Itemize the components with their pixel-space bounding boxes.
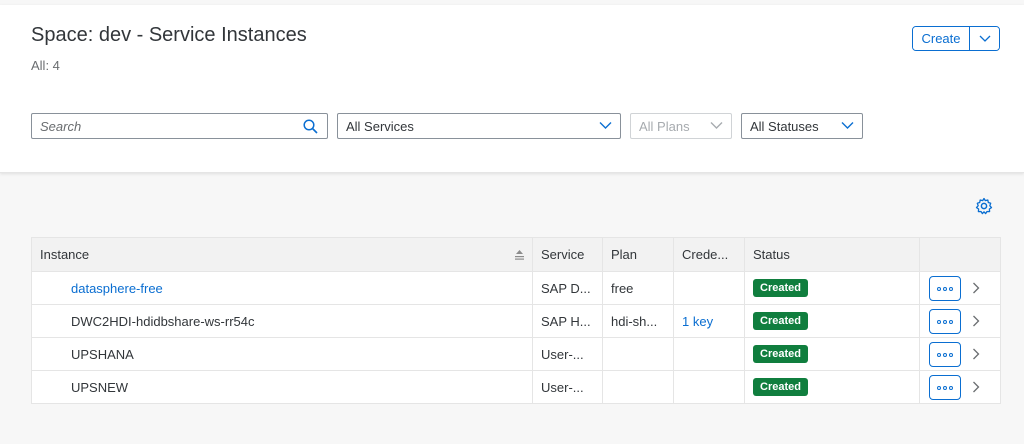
service-cell: SAP D... <box>541 280 591 296</box>
column-header-actions <box>920 238 1000 272</box>
page-header: Space: dev - Service Instances All: 4 Cr… <box>0 5 1024 173</box>
credentials-link[interactable] <box>682 338 740 370</box>
service-instances-table: Instance Service Plan Crede... Status da… <box>31 237 1001 404</box>
plan-cell <box>611 338 669 370</box>
status-badge: Created <box>753 312 808 330</box>
plans-select-value: All Plans <box>639 118 690 134</box>
status-cell: Created <box>753 305 853 337</box>
chevron-right-icon[interactable] <box>972 381 980 393</box>
plan-cell: hdi-sh... <box>611 313 658 329</box>
column-header-label: Instance <box>40 247 90 262</box>
chevron-down-icon <box>841 122 854 129</box>
more-icon <box>937 286 953 291</box>
service-cell: SAP H... <box>541 313 591 329</box>
gear-icon[interactable] <box>975 197 993 215</box>
plan-cell: free <box>611 280 634 296</box>
plans-select[interactable]: All Plans <box>630 113 732 139</box>
table-row[interactable]: UPSNEW User-... Created <box>32 371 1000 404</box>
table-row[interactable]: DWC2HDI-hdidbshare-ws-rr54c SAP H... hdi… <box>32 305 1000 338</box>
more-icon <box>937 319 953 324</box>
status-cell: Created <box>753 371 853 403</box>
table-row[interactable]: datasphere-free SAP D... free Created <box>32 272 1000 305</box>
chevron-down-icon <box>599 122 612 129</box>
services-select[interactable]: All Services <box>337 113 621 139</box>
create-button-group: Create <box>912 26 1000 51</box>
column-header-credentials[interactable]: Crede... <box>674 238 745 272</box>
instance-count: All: 4 <box>31 58 60 73</box>
column-header-instance[interactable]: Instance <box>32 238 533 272</box>
column-header-plan[interactable]: Plan <box>603 238 674 272</box>
instance-name: UPSHANA <box>71 346 134 362</box>
create-menu-button[interactable] <box>970 27 999 50</box>
more-icon <box>937 352 953 357</box>
chevron-right-icon[interactable] <box>972 282 980 294</box>
status-badge: Created <box>753 378 808 396</box>
status-badge: Created <box>753 345 808 363</box>
status-cell: Created <box>753 272 853 304</box>
more-actions-button[interactable] <box>929 342 961 367</box>
chevron-down-icon <box>979 35 990 42</box>
chevron-right-icon[interactable] <box>972 348 980 360</box>
services-select-value: All Services <box>346 118 414 134</box>
instance-name: DWC2HDI-hdidbshare-ws-rr54c <box>71 313 255 329</box>
chevron-right-icon[interactable] <box>972 315 980 327</box>
credentials-link[interactable] <box>682 272 740 304</box>
instance-name: UPSNEW <box>71 379 129 395</box>
column-header-service[interactable]: Service <box>533 238 603 272</box>
column-header-status[interactable]: Status <box>745 238 920 272</box>
page-title: Space: dev - Service Instances <box>31 24 307 46</box>
search-placeholder: Search <box>40 118 82 134</box>
more-icon <box>937 385 953 390</box>
create-button[interactable]: Create <box>913 27 970 50</box>
status-badge: Created <box>753 279 808 297</box>
more-actions-button[interactable] <box>929 309 961 334</box>
plan-cell <box>611 371 669 403</box>
search-input[interactable]: Search <box>31 113 328 139</box>
sort-icon[interactable] <box>514 250 525 260</box>
table-row[interactable]: UPSHANA User-... Created <box>32 338 1000 371</box>
service-cell: User-... <box>541 379 584 395</box>
status-cell: Created <box>753 338 853 370</box>
status-select-value: All Statuses <box>750 118 819 134</box>
search-icon[interactable] <box>303 119 318 134</box>
more-actions-button[interactable] <box>929 375 961 400</box>
chevron-down-icon <box>710 122 723 129</box>
more-actions-button[interactable] <box>929 276 961 301</box>
service-cell: User-... <box>541 346 584 362</box>
status-select[interactable]: All Statuses <box>741 113 863 139</box>
credentials-link[interactable] <box>682 371 740 403</box>
instance-name-link[interactable]: datasphere-free <box>71 272 526 304</box>
credentials-link[interactable]: 1 key <box>682 305 740 337</box>
